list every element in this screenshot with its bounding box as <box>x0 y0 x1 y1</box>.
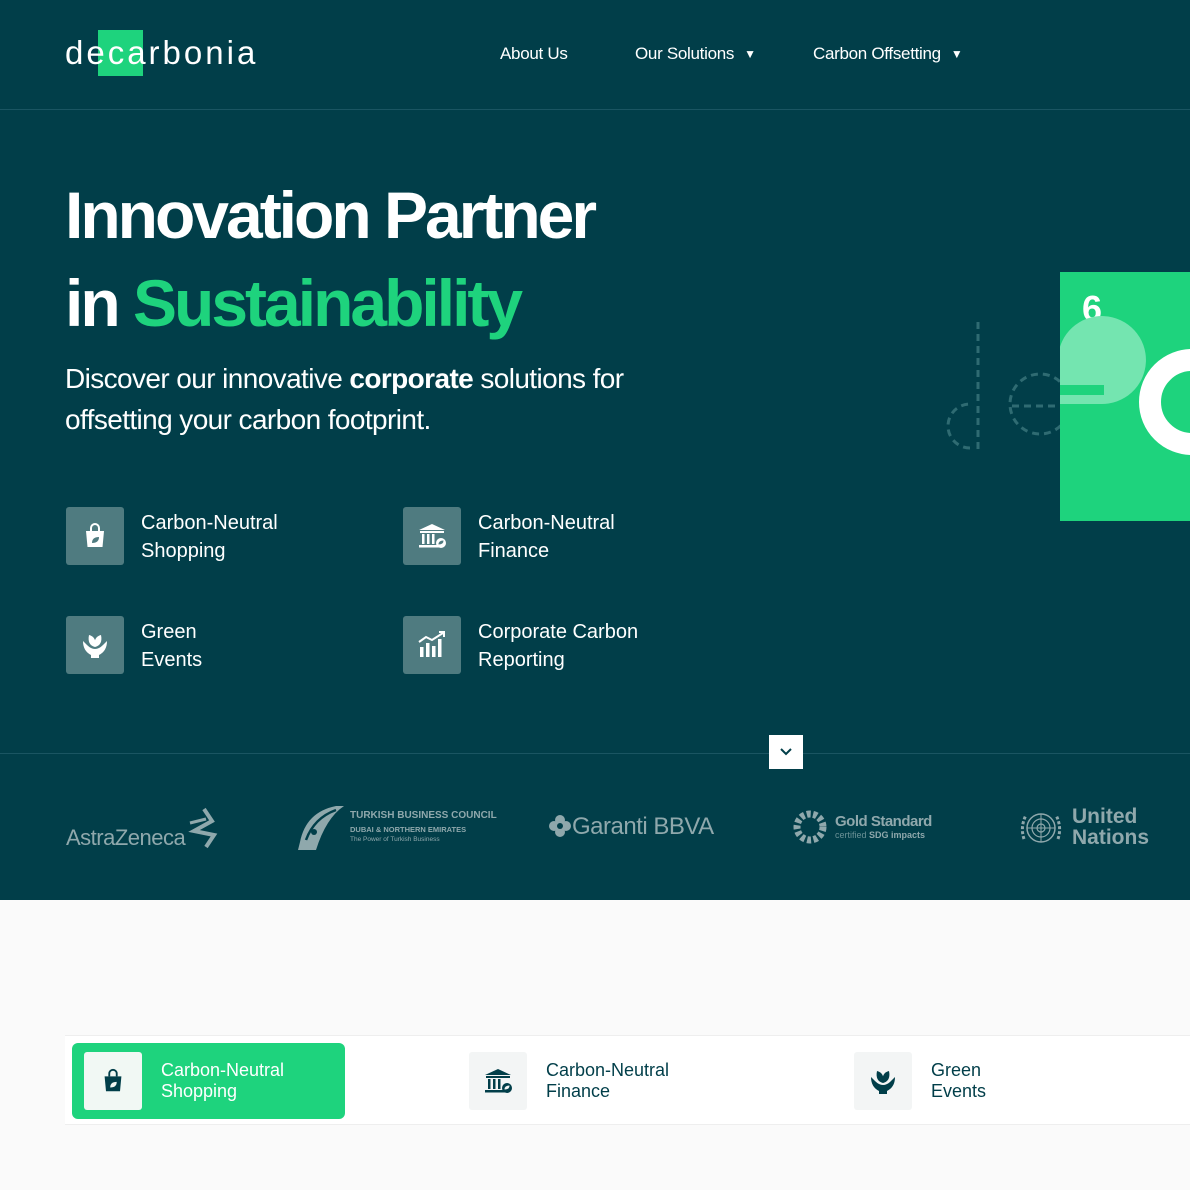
caret-down-icon: ▼ <box>950 47 963 61</box>
hands-leaf-icon <box>66 616 124 674</box>
site-header: decarbonia About Us Our Solutions ▼ Carbo… <box>0 0 1190 110</box>
tab-carbon-neutral-shopping[interactable]: Carbon-Neutral Shopping <box>72 1043 345 1119</box>
garanti-wordmark: Garanti BBVA <box>572 813 714 840</box>
astrazeneca-wordmark: AstraZeneca <box>66 825 186 850</box>
tab-label-line2: Finance <box>546 1081 611 1101</box>
shopping-bag-leaf-icon <box>66 507 124 565</box>
tab-label-line2: Shopping <box>161 1081 238 1101</box>
hero-lead-part1: Discover our innovative <box>65 363 350 394</box>
logo[interactable]: decarbonia <box>65 30 258 76</box>
bank-leaf-icon <box>403 507 461 565</box>
decorative-ghost-letters <box>946 322 1070 450</box>
nav-our-solutions[interactable]: Our Solutions ▼ <box>635 40 756 68</box>
partner-logo-gold-standard: Gold Standard certified SDG impacts <box>792 807 952 847</box>
hero-title-line1: Innovation Partner <box>65 178 597 252</box>
partner-logo-garanti-bbva: Garanti BBVA <box>548 810 723 844</box>
tab-green-events[interactable]: Green Events <box>854 1043 1114 1119</box>
scroll-down-button[interactable] <box>769 735 803 769</box>
feature-label-line1: Green <box>141 621 197 643</box>
tab-label-line2: Events <box>931 1081 987 1101</box>
caret-down-icon: ▼ <box>744 47 756 61</box>
gold-standard-ring-icon <box>793 810 827 844</box>
logo-text: decarbonia <box>65 34 259 71</box>
gold-standard-subtitle: certified SDG impacts <box>835 830 925 840</box>
shopping-bag-leaf-icon <box>84 1052 142 1110</box>
gold-standard-title: Gold Standard <box>835 813 932 830</box>
feature-label-line1: Carbon-Neutral <box>478 512 615 534</box>
nav-carbon-offsetting-label: Carbon Offsetting <box>813 44 941 63</box>
feature-label: Green Events <box>141 618 371 674</box>
feature-label-line2: Shopping <box>141 540 226 562</box>
tbc-tagline: The Power of Turkish Business <box>350 836 440 843</box>
tab-label-line1: Green <box>931 1060 982 1080</box>
garanti-clover-icon <box>549 815 571 837</box>
hero-title-line2: in Sustainability <box>65 263 523 343</box>
partner-logo-united-nations: United Nations <box>1018 803 1188 853</box>
tbc-emblem-icon <box>298 806 344 850</box>
bank-leaf-icon <box>469 1052 527 1110</box>
tbc-title: TURKISH BUSINESS COUNCIL <box>350 810 497 821</box>
logo-letters-graphic <box>1060 316 1190 455</box>
hero-divider <box>0 753 1190 754</box>
un-line1: United <box>1072 805 1138 828</box>
feature-label-line1: Carbon-Neutral <box>141 512 278 534</box>
tbc-subtitle: DUBAI & NORTHERN EMIRATES <box>350 825 467 834</box>
hero-lead-bold: corporate <box>349 363 474 394</box>
chart-growth-icon <box>403 616 461 674</box>
nav-about-us-label: About Us <box>500 44 568 63</box>
feature-label: Carbon-Neutral Shopping <box>141 509 371 565</box>
hero-title-highlight: Sustainability <box>133 266 523 340</box>
feature-label-line2: Reporting <box>478 649 565 671</box>
feature-label-line1: Corporate Carbon <box>478 621 639 643</box>
tab-label: Green Events <box>931 1060 1101 1102</box>
feature-label-line2: Finance <box>478 540 550 562</box>
nav-our-solutions-label: Our Solutions <box>635 44 735 63</box>
un-wordmark: United Nations <box>1072 806 1149 848</box>
tab-label-line1: Carbon-Neutral <box>546 1060 670 1080</box>
hero-lead: Discover our innovative corporate soluti… <box>65 358 705 440</box>
decorative-green-card: 6 <box>1060 272 1190 521</box>
nav-carbon-offsetting[interactable]: Carbon Offsetting ▼ <box>813 40 963 68</box>
gold-standard-sub-sdg: SDG impacts <box>869 830 926 840</box>
astrazeneca-symbol-icon <box>188 807 218 849</box>
feature-label: Corporate Carbon Reporting <box>478 618 708 674</box>
hero-section: decarbonia About Us Our Solutions ▼ Carbo… <box>0 0 1190 900</box>
un-line2: Nations <box>1072 826 1150 849</box>
chevron-down-icon <box>780 748 792 756</box>
tab-label: Carbon-Neutral Finance <box>546 1060 716 1102</box>
feature-label: Carbon-Neutral Finance <box>478 509 708 565</box>
tab-label-line1: Carbon-Neutral <box>161 1060 285 1080</box>
solutions-tab-bar: Carbon-Neutral Shopping Carbon-Neutral Fin… <box>65 1035 1190 1125</box>
partner-logo-astrazeneca: AstraZeneca <box>66 805 221 855</box>
feature-label-line2: Events <box>141 649 203 671</box>
tab-label: Carbon-Neutral Shopping <box>161 1060 331 1102</box>
gold-standard-sub-certified: certified <box>835 830 867 840</box>
nav-about-us[interactable]: About Us <box>500 40 568 68</box>
tab-carbon-neutral-finance[interactable]: Carbon-Neutral Finance <box>469 1043 729 1119</box>
hero-title-prefix: in <box>65 266 121 340</box>
un-emblem-icon <box>1020 813 1062 843</box>
partner-logo-turkish-business-council: TURKISH BUSINESS COUNCIL DUBAI & NORTHER… <box>296 800 497 855</box>
hands-leaf-icon <box>854 1052 912 1110</box>
